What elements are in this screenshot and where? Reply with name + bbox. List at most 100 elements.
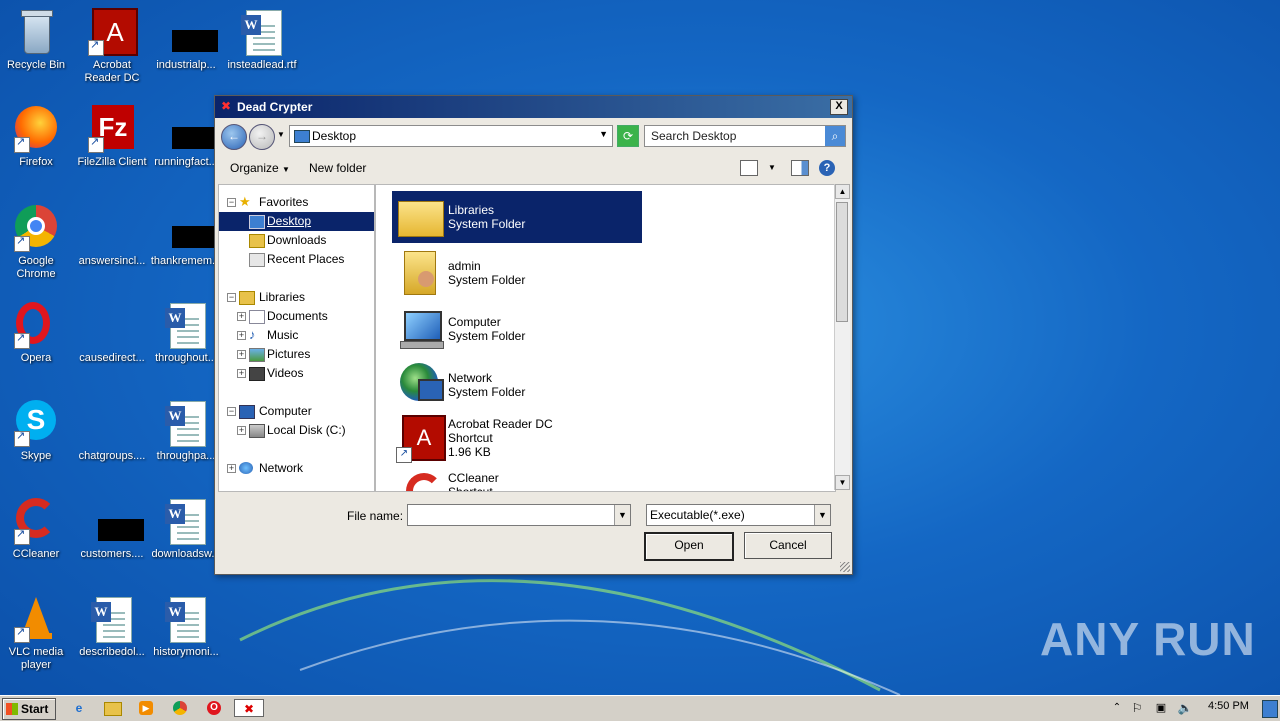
- desktop-icon-file[interactable]: thankremem...: [148, 204, 224, 268]
- word-document-icon: W: [162, 301, 210, 349]
- file-type-value: Executable(*.exe): [650, 508, 745, 522]
- desktop-icon-file[interactable]: answersincl...: [74, 204, 150, 268]
- desktop-icon-label: describedol...: [79, 646, 145, 658]
- dialog-titlebar[interactable]: ✖ Dead Crypter X: [215, 96, 852, 118]
- file-item-admin[interactable]: admin System Folder: [392, 247, 642, 299]
- forward-button[interactable]: →: [249, 124, 275, 150]
- close-button[interactable]: X: [830, 99, 848, 115]
- file-item-acrobat[interactable]: A ↗ Acrobat Reader DC Shortcut 1.96 KB: [392, 413, 642, 463]
- desktop-icon-file[interactable]: customers....: [74, 497, 150, 561]
- chevron-down-icon[interactable]: ▼: [614, 505, 630, 525]
- organize-button[interactable]: Organize ▼: [230, 161, 290, 175]
- recent-pages-dropdown-icon[interactable]: ▼: [277, 130, 285, 139]
- file-explorer-icon[interactable]: [104, 699, 122, 717]
- back-button[interactable]: ←: [221, 124, 247, 150]
- desktop-icon-recycle-bin[interactable]: Recycle Bin: [0, 8, 74, 72]
- search-box[interactable]: Search Desktop ⌕: [644, 125, 846, 147]
- desktop-icon-filezilla[interactable]: Fz FileZilla Client: [74, 105, 150, 169]
- item-type: Shortcut: [448, 485, 493, 492]
- chevron-down-icon[interactable]: ▼: [814, 505, 830, 525]
- desktop-icon-chrome[interactable]: Google Chrome: [0, 204, 74, 281]
- desktop-icon-label: Opera: [20, 352, 52, 364]
- scrollbar-thumb[interactable]: [836, 202, 848, 322]
- scroll-up-icon[interactable]: ▲: [835, 184, 850, 199]
- desktop-icon-file[interactable]: causedirect...: [74, 301, 150, 365]
- desktop-icon-label: throughpa...: [156, 450, 216, 462]
- volume-icon[interactable]: 🔈: [1176, 699, 1194, 717]
- expand-icon[interactable]: +: [237, 426, 246, 435]
- tree-item-desktop[interactable]: Desktop: [219, 212, 374, 231]
- desktop-icon-doc[interactable]: W downloadsw...: [148, 497, 224, 561]
- desktop-icon-vlc[interactable]: VLC media player: [0, 595, 74, 672]
- tree-label: Computer: [259, 404, 312, 418]
- file-name-input[interactable]: ▼: [407, 504, 631, 526]
- refresh-button[interactable]: ⟳: [617, 125, 639, 147]
- item-name: Acrobat Reader DC: [448, 417, 553, 431]
- file-item-libraries[interactable]: Libraries System Folder: [392, 191, 642, 243]
- opera-icon[interactable]: O: [205, 699, 223, 717]
- desktop-icon-doc[interactable]: W throughpa...: [148, 399, 224, 463]
- desktop-icon-skype[interactable]: S Skype: [0, 399, 74, 463]
- address-bar[interactable]: Desktop ▼: [289, 125, 613, 147]
- word-document-icon: W: [238, 8, 286, 56]
- show-desktop-button[interactable]: [1262, 700, 1278, 718]
- new-folder-button[interactable]: New folder: [309, 161, 366, 175]
- desktop-icon-acrobat[interactable]: A Acrobat Reader DC: [74, 8, 150, 85]
- pictures-icon: [249, 348, 265, 362]
- ccleaner-icon: [12, 497, 60, 545]
- search-icon[interactable]: ⌕: [825, 126, 845, 146]
- desktop-icon-file[interactable]: chatgroups....: [74, 399, 150, 463]
- expand-icon[interactable]: +: [227, 464, 236, 473]
- file-item-computer[interactable]: Computer System Folder: [392, 303, 642, 355]
- file-item-network[interactable]: Network System Folder: [392, 359, 642, 411]
- media-player-icon[interactable]: ▶: [137, 699, 155, 717]
- expand-icon[interactable]: +: [237, 312, 246, 321]
- desktop-icon-file[interactable]: runningfact...: [148, 105, 224, 169]
- desktop-icon-opera[interactable]: Opera: [0, 301, 74, 365]
- desktop-icon-label: answersincl...: [78, 255, 146, 267]
- expand-icon[interactable]: +: [237, 350, 246, 359]
- desktop-icon-doc[interactable]: W throughout...: [148, 301, 224, 365]
- flag-icon[interactable]: ⚐: [1128, 699, 1146, 717]
- desktop-icon-ccleaner[interactable]: CCleaner: [0, 497, 74, 561]
- file-list-scrollbar[interactable]: ▲ ▼: [834, 184, 850, 490]
- tree-label: Libraries: [259, 290, 306, 304]
- help-icon[interactable]: ?: [819, 160, 835, 176]
- search-input[interactable]: Search Desktop: [651, 129, 736, 143]
- collapse-icon[interactable]: −: [227, 198, 236, 207]
- collapse-icon[interactable]: −: [227, 407, 236, 416]
- dead-crypter-taskbar-button[interactable]: ✖: [234, 699, 264, 717]
- item-type: System Folder: [448, 329, 526, 343]
- open-button[interactable]: Open: [644, 532, 734, 561]
- file-item-ccleaner[interactable]: CCleaner Shortcut: [392, 467, 642, 492]
- chrome-icon[interactable]: [171, 699, 189, 717]
- taskbar: Start e ▶ O ✖ ⌃ ⚐ ▣ 🔈 4:50 PM: [0, 695, 1280, 721]
- downloads-folder-icon: [249, 234, 265, 248]
- desktop-icon-doc[interactable]: W describedol...: [74, 595, 150, 659]
- file-type-select[interactable]: Executable(*.exe) ▼: [646, 504, 831, 526]
- desktop-icon-label: throughout...: [155, 352, 217, 364]
- address-dropdown-icon[interactable]: ▼: [599, 129, 608, 139]
- expand-icon[interactable]: +: [237, 331, 246, 340]
- hard-drive-icon: [249, 424, 265, 438]
- start-button[interactable]: Start: [2, 698, 56, 720]
- desktop-icon-doc[interactable]: W historymoni...: [148, 595, 224, 659]
- network-status-icon[interactable]: ▣: [1152, 699, 1170, 717]
- desktop-icon-firefox[interactable]: Firefox: [0, 105, 74, 169]
- show-hidden-icons[interactable]: ⌃: [1108, 699, 1126, 717]
- desktop-icon-label: Acrobat Reader DC: [84, 59, 140, 84]
- resize-grip[interactable]: [840, 562, 850, 572]
- expand-icon[interactable]: +: [237, 369, 246, 378]
- cancel-button[interactable]: Cancel: [744, 532, 832, 559]
- view-options-dropdown-icon[interactable]: ▼: [768, 163, 776, 172]
- scroll-down-icon[interactable]: ▼: [835, 475, 850, 490]
- preview-pane-icon[interactable]: [791, 160, 809, 176]
- clock[interactable]: 4:50 PM: [1208, 700, 1249, 712]
- collapse-icon[interactable]: −: [227, 293, 236, 302]
- change-view-icon[interactable]: [740, 160, 758, 176]
- anyrun-watermark: ANY RUN: [1040, 613, 1256, 665]
- tree-label: Downloads: [267, 233, 327, 247]
- desktop-icon-rtf[interactable]: W insteadlead.rtf: [224, 8, 300, 72]
- internet-explorer-icon[interactable]: e: [70, 699, 88, 717]
- desktop-icon-file[interactable]: industrialp...: [148, 8, 224, 72]
